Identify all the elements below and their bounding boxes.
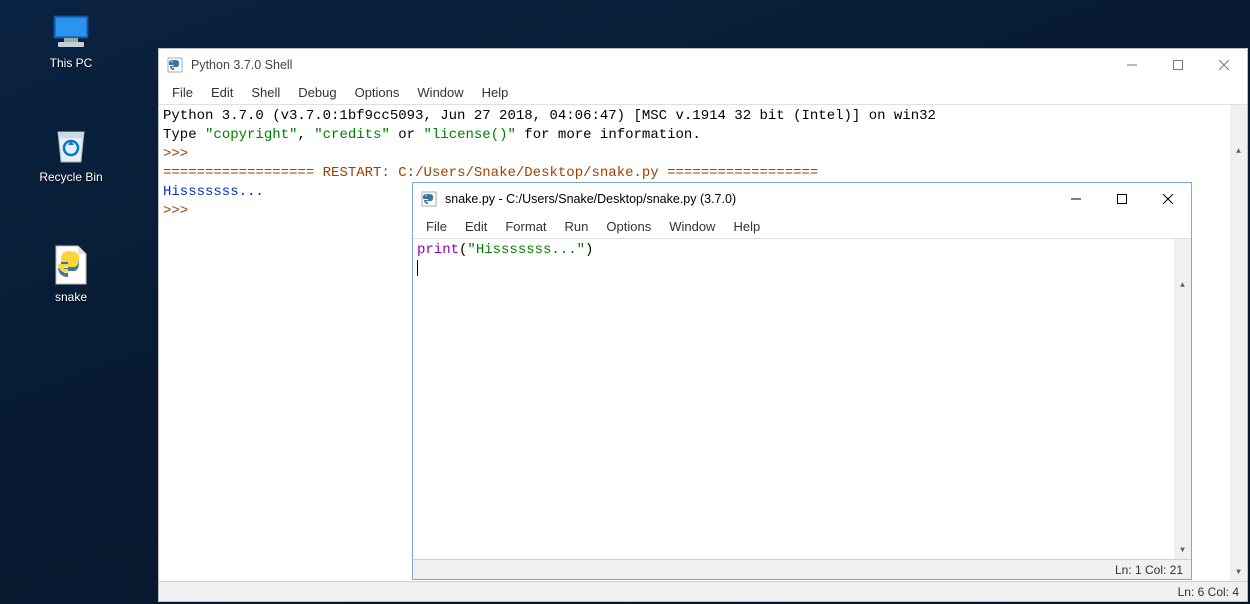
code-string: "Hisssssss..." xyxy=(467,242,585,258)
maximize-button[interactable] xyxy=(1099,183,1145,215)
python-app-icon xyxy=(421,191,437,207)
shell-scrollbar[interactable]: ▲ ▼ xyxy=(1230,105,1247,581)
menu-help[interactable]: Help xyxy=(724,217,769,236)
editor-scrollbar[interactable]: ▲ ▼ xyxy=(1174,239,1191,559)
shell-banner-line1: Python 3.7.0 (v3.7.0:1bf9cc5093, Jun 27 … xyxy=(163,108,936,124)
python-app-icon xyxy=(167,57,183,73)
menu-options[interactable]: Options xyxy=(597,217,660,236)
menu-format[interactable]: Format xyxy=(496,217,555,236)
close-button[interactable] xyxy=(1201,49,1247,81)
menu-options[interactable]: Options xyxy=(346,83,409,102)
prompt: >>> xyxy=(163,146,197,162)
restart-line: ================== RESTART: C:/Users/Sna… xyxy=(163,165,818,181)
desktop-icon-label: snake xyxy=(26,290,116,304)
minimize-button[interactable] xyxy=(1053,183,1099,215)
menu-shell[interactable]: Shell xyxy=(242,83,289,102)
editor-cursor-pos: Ln: 1 Col: 21 xyxy=(1115,563,1183,577)
recycle-bin-icon xyxy=(47,126,95,166)
desktop-icon-label: This PC xyxy=(26,56,116,70)
editor-content[interactable]: print("Hisssssss...") ▲ ▼ xyxy=(413,239,1191,559)
menu-debug[interactable]: Debug xyxy=(289,83,345,102)
shell-window-controls xyxy=(1109,49,1247,81)
editor-window-controls xyxy=(1053,183,1191,215)
python-editor-window[interactable]: snake.py - C:/Users/Snake/Desktop/snake.… xyxy=(412,182,1192,580)
menu-window[interactable]: Window xyxy=(660,217,724,236)
minimize-button[interactable] xyxy=(1109,49,1155,81)
text-cursor xyxy=(417,260,418,276)
maximize-button[interactable] xyxy=(1155,49,1201,81)
menu-help[interactable]: Help xyxy=(473,83,518,102)
menu-edit[interactable]: Edit xyxy=(202,83,242,102)
close-button[interactable] xyxy=(1145,183,1191,215)
shell-titlebar[interactable]: Python 3.7.0 Shell xyxy=(159,49,1247,81)
shell-statusbar: Ln: 6 Col: 4 xyxy=(159,581,1247,601)
editor-title: snake.py - C:/Users/Snake/Desktop/snake.… xyxy=(445,192,1053,206)
menu-file[interactable]: File xyxy=(163,83,202,102)
scroll-up-icon[interactable]: ▲ xyxy=(1174,277,1191,294)
editor-titlebar[interactable]: snake.py - C:/Users/Snake/Desktop/snake.… xyxy=(413,183,1191,215)
desktop-icon-this-pc[interactable]: This PC xyxy=(26,12,116,70)
shell-banner-line2: Type "copyright", "credits" or "license(… xyxy=(163,127,701,143)
desktop-icon-label: Recycle Bin xyxy=(26,170,116,184)
computer-icon xyxy=(47,12,95,52)
prompt: >>> xyxy=(163,203,197,219)
desktop-icon-snake[interactable]: snake xyxy=(26,246,116,304)
desktop-icon-recycle-bin[interactable]: Recycle Bin xyxy=(26,126,116,184)
scroll-down-icon[interactable]: ▼ xyxy=(1230,564,1247,581)
python-file-icon xyxy=(47,246,95,286)
scroll-down-icon[interactable]: ▼ xyxy=(1174,542,1191,559)
menu-file[interactable]: File xyxy=(417,217,456,236)
menu-run[interactable]: Run xyxy=(556,217,598,236)
shell-title: Python 3.7.0 Shell xyxy=(191,58,1109,72)
shell-cursor-pos: Ln: 6 Col: 4 xyxy=(1178,585,1239,599)
menu-edit[interactable]: Edit xyxy=(456,217,496,236)
editor-menubar: File Edit Format Run Options Window Help xyxy=(413,215,1191,239)
shell-menubar: File Edit Shell Debug Options Window Hel… xyxy=(159,81,1247,105)
scroll-up-icon[interactable]: ▲ xyxy=(1230,143,1247,160)
editor-statusbar: Ln: 1 Col: 21 xyxy=(413,559,1191,579)
shell-output: Hisssssss... xyxy=(163,184,264,200)
menu-window[interactable]: Window xyxy=(408,83,472,102)
code-keyword: print xyxy=(417,242,459,258)
